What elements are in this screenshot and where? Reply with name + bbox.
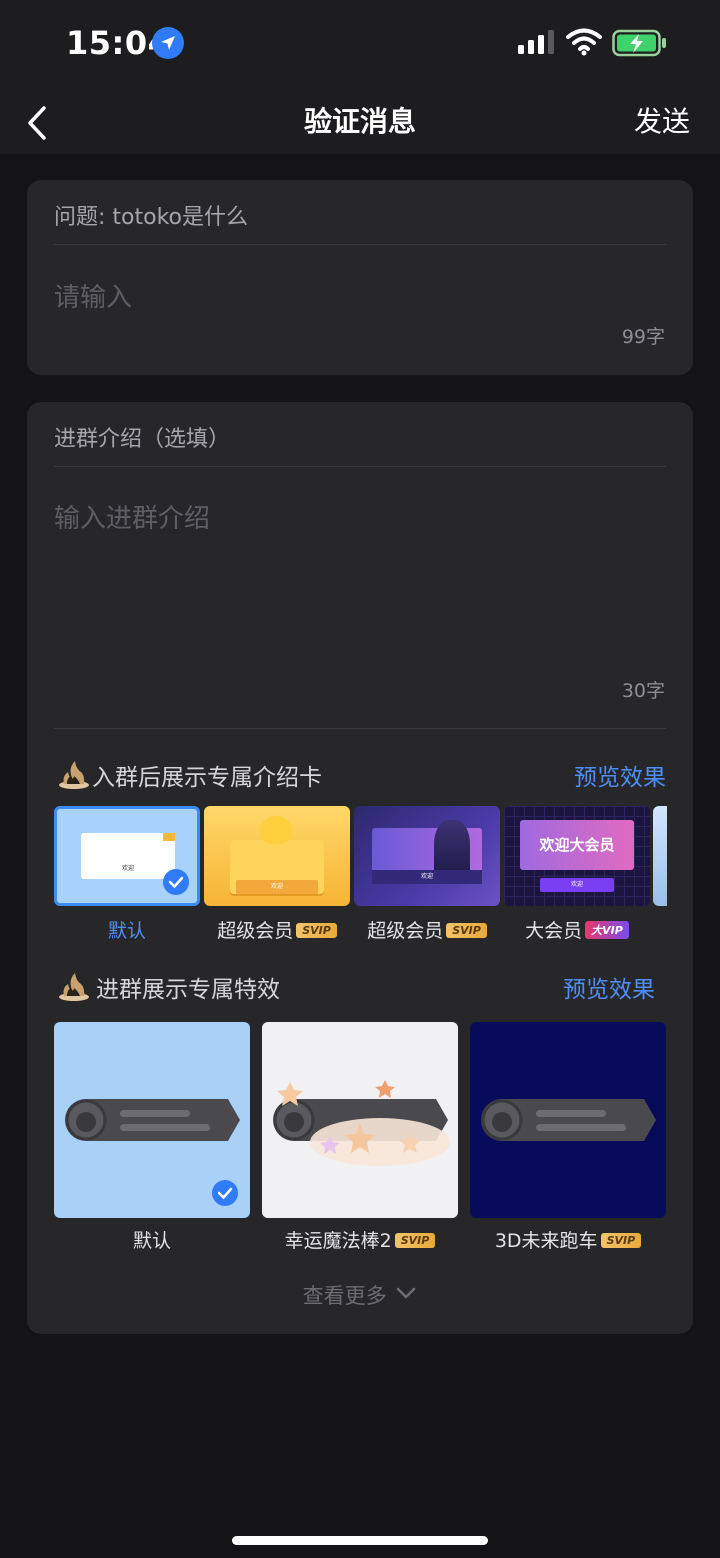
effects-preview-link[interactable]: 预览效果 [563, 970, 655, 1004]
label-text: 幸运魔法棒2 [284, 1230, 392, 1252]
answer-input[interactable]: 请输入 [54, 277, 132, 314]
card-preview-text: 欢迎 [372, 870, 482, 884]
label-text: 超级会员 [367, 920, 444, 942]
effect-option-3d-car[interactable] [470, 1022, 666, 1218]
crown-flame-icon [59, 761, 89, 789]
intro-cards-header: 入群后展示专属介绍卡 预览效果 [54, 756, 666, 796]
big-vip-badge: 大VIP [585, 921, 629, 939]
page-title: 验证消息 [303, 105, 416, 138]
svip-badge: SVIP [296, 923, 337, 938]
intro-card-label-svip-2: 超级会员 SVIP [347, 916, 507, 943]
location-arrow-icon [152, 27, 184, 59]
answer-char-counter: 99字 [621, 326, 665, 348]
intro-card-option-big-vip[interactable]: 欢迎大会员 欢迎 [504, 806, 650, 906]
send-button[interactable]: 发送 [634, 100, 690, 140]
mascot-icon [260, 816, 292, 844]
divider [54, 244, 666, 245]
intro-card-option-default[interactable]: 欢迎 [54, 806, 200, 906]
check-selected-icon [212, 1180, 238, 1206]
effects-header: 进群展示专属特效 预览效果 [54, 968, 655, 1008]
svip-badge: SVIP [446, 923, 487, 938]
effect-pill-preview [481, 1099, 656, 1141]
see-more-button[interactable]: 查看更多 [27, 1280, 693, 1310]
nav-bar: 验证消息 发送 [0, 88, 720, 154]
question-label: 问题: totoko是什么 [54, 205, 248, 230]
chevron-down-icon [397, 1287, 416, 1299]
cellular-signal-icon [518, 30, 554, 54]
effect-label-3d-car: 3D未来跑车 SVIP [470, 1226, 666, 1253]
intro-card-option-svip-1[interactable]: 欢迎 [204, 806, 350, 906]
card-preview-text: 欢迎 [540, 878, 614, 892]
label-text: 3D未来跑车 [494, 1230, 598, 1252]
intro-card-label-default: 默认 [47, 916, 207, 943]
intro-cards-preview-link[interactable]: 预览效果 [574, 758, 666, 792]
label-text: 超级会员 [217, 920, 294, 942]
crown-flame-icon [59, 973, 89, 1001]
wifi-icon [566, 28, 602, 56]
label-text: 大会员 [525, 920, 583, 942]
vip-banner-text: 欢迎大会员 [520, 820, 634, 870]
stars-sparkle-icon [277, 1080, 450, 1166]
battery-charging-icon [612, 29, 666, 57]
intro-label: 进群介绍（选填） [54, 427, 231, 452]
intro-card-label-big-vip: 大会员 大VIP [497, 916, 657, 943]
divider [54, 728, 666, 729]
intro-char-counter: 30字 [621, 680, 665, 702]
label-text: 默认 [132, 1230, 171, 1252]
see-more-label: 查看更多 [302, 1284, 387, 1308]
effect-option-default[interactable] [54, 1022, 250, 1218]
question-card: 问题: totoko是什么 请输入 99字 [27, 180, 693, 375]
effect-option-magic-wand[interactable] [262, 1022, 458, 1218]
svip-badge: SVIP [600, 1233, 642, 1248]
status-bar: 15:04 [0, 0, 720, 88]
effects-title: 进群展示专属特效 [96, 977, 280, 1003]
effect-label-default: 默认 [54, 1226, 250, 1253]
intro-cards-title: 入群后展示专属介绍卡 [92, 765, 322, 791]
card-preview-text: 欢迎 [236, 880, 318, 894]
intro-card: 进群介绍（选填） 输入进群介绍 30字 入群后展示专属介绍卡 预览效果 欢迎 欢… [27, 402, 693, 1334]
intro-card-option-partial[interactable] [653, 806, 667, 906]
ribbon-icon [163, 833, 175, 841]
card-preview: 欢迎 [81, 833, 175, 879]
effect-label-magic-wand: 幸运魔法棒2 SVIP [262, 1226, 458, 1253]
label-text: 默认 [107, 920, 146, 942]
check-selected-icon [163, 869, 189, 895]
svip-badge: SVIP [394, 1233, 436, 1248]
card-preview-text: 欢迎 [121, 865, 134, 872]
effect-pill-preview [65, 1099, 240, 1141]
intro-input[interactable]: 输入进群介绍 [54, 498, 210, 535]
home-indicator [232, 1536, 488, 1545]
intro-card-option-svip-2[interactable]: 欢迎 [354, 806, 500, 906]
divider [54, 466, 666, 467]
intro-card-label-svip-1: 超级会员 SVIP [197, 916, 357, 943]
